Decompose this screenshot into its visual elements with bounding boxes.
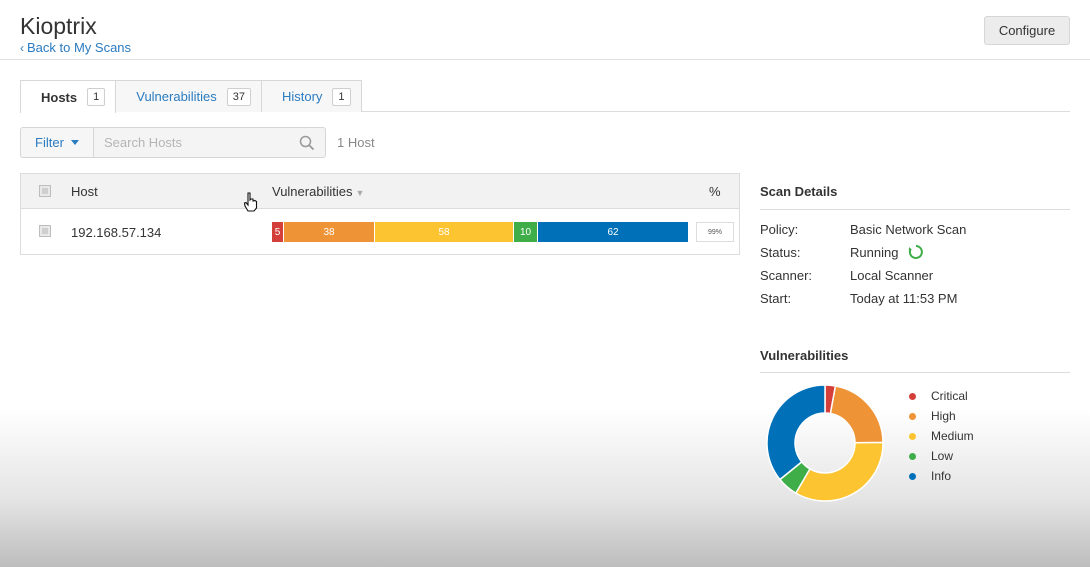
tab-vulnerabilities-count: 37 — [226, 87, 251, 106]
legend-item-critical: Critical — [909, 386, 974, 406]
page-header: Kioptrix ‹ Back to My Scans Configure — [0, 0, 1090, 60]
vulnerabilities-donut-chart[interactable] — [766, 384, 884, 502]
legend-item-medium: Medium — [909, 426, 974, 446]
start-value: Today at 11:53 PM — [850, 291, 958, 306]
configure-button[interactable]: Configure — [984, 16, 1070, 45]
scan-progress-percent: 99% — [696, 222, 734, 242]
tab-history-count: 1 — [332, 87, 351, 106]
donut-slice-info[interactable] — [766, 384, 826, 481]
scan-details-divider — [760, 209, 1070, 210]
legend-item-low: Low — [909, 446, 974, 466]
donut-slice-high[interactable] — [829, 385, 884, 444]
table-row[interactable]: 192.168.57.134 5 38 58 10 62 99% — [21, 209, 739, 254]
legend-dot-icon — [909, 472, 916, 480]
tab-vulnerabilities-label: Vulnerabilities — [136, 89, 217, 104]
tab-vulnerabilities[interactable]: Vulnerabilities 37 — [115, 80, 262, 112]
status-label: Status: — [760, 245, 801, 260]
vulnerability-segment[interactable]: 10 — [514, 222, 538, 242]
vulnerabilities-panel-title: Vulnerabilities — [760, 348, 849, 363]
legend-label: Critical — [931, 389, 968, 403]
host-ip: 192.168.57.134 — [71, 225, 162, 240]
vulnerability-segment[interactable]: 62 — [538, 222, 688, 242]
start-label: Start: — [760, 291, 792, 306]
vulnerabilities-panel-divider — [760, 372, 1070, 373]
search-box — [94, 127, 326, 158]
filter-bar: Filter 1 Host — [20, 127, 375, 158]
select-all-checkbox[interactable] — [39, 185, 51, 197]
filter-button[interactable]: Filter — [20, 127, 94, 158]
search-hosts-input[interactable] — [94, 128, 284, 157]
table-header: Host Vulnerabilities ▼ % — [21, 174, 739, 209]
legend-dot-icon — [909, 432, 916, 440]
back-to-scans-link[interactable]: ‹ Back to My Scans — [20, 40, 131, 55]
refresh-icon[interactable] — [908, 244, 924, 260]
policy-label: Policy: — [760, 222, 799, 237]
tab-hosts[interactable]: Hosts 1 — [20, 80, 117, 113]
tab-history-label: History — [281, 89, 323, 104]
legend-item-high: High — [909, 406, 974, 426]
legend-label: High — [931, 409, 956, 423]
column-vulnerabilities[interactable]: Vulnerabilities ▼ — [272, 184, 364, 199]
vulnerability-bar[interactable]: 5 38 58 10 62 — [272, 222, 688, 242]
caret-down-icon — [70, 140, 79, 145]
scan-details-title: Scan Details — [760, 184, 838, 199]
vulnerability-segment[interactable]: 38 — [284, 222, 375, 242]
tab-bar: Hosts 1 Vulnerabilities 37 History 1 — [20, 80, 362, 113]
donut-legend: Critical High Medium Low Info — [909, 386, 974, 486]
page-title: Kioptrix — [20, 13, 97, 39]
legend-label: Medium — [931, 429, 974, 443]
row-checkbox[interactable] — [39, 225, 51, 237]
column-host[interactable]: Host — [71, 184, 98, 199]
legend-dot-icon — [909, 452, 916, 460]
vulnerability-segment[interactable]: 58 — [375, 222, 514, 242]
host-count: 1 Host — [337, 135, 375, 150]
legend-label: Low — [931, 449, 954, 463]
search-icon[interactable] — [299, 135, 315, 151]
policy-value: Basic Network Scan — [850, 222, 967, 237]
tab-hosts-count: 1 — [87, 88, 106, 106]
legend-dot-icon — [909, 392, 916, 400]
chevron-left-icon: ‹ — [20, 41, 24, 55]
legend-label: Info — [931, 469, 952, 483]
scanner-value: Local Scanner — [850, 268, 934, 283]
scanner-label: Scanner: — [760, 268, 813, 283]
tab-history[interactable]: History 1 — [260, 80, 362, 112]
status-value: Running — [850, 245, 899, 260]
hosts-table: Host Vulnerabilities ▼ % 192.168.57.134 5… — [20, 173, 740, 255]
column-vulnerabilities-label: Vulnerabilities — [272, 184, 353, 199]
legend-dot-icon — [909, 412, 916, 420]
legend-item-info: Info — [909, 466, 974, 486]
filter-button-label: Filter — [35, 135, 64, 150]
column-percent[interactable]: % — [709, 184, 721, 199]
tab-hosts-label: Hosts — [41, 89, 78, 105]
hand-cursor-icon — [243, 192, 258, 212]
vulnerability-segment[interactable]: 5 — [272, 222, 284, 242]
back-link-label: Back to My Scans — [27, 40, 132, 55]
sort-down-icon: ▼ — [355, 188, 365, 198]
